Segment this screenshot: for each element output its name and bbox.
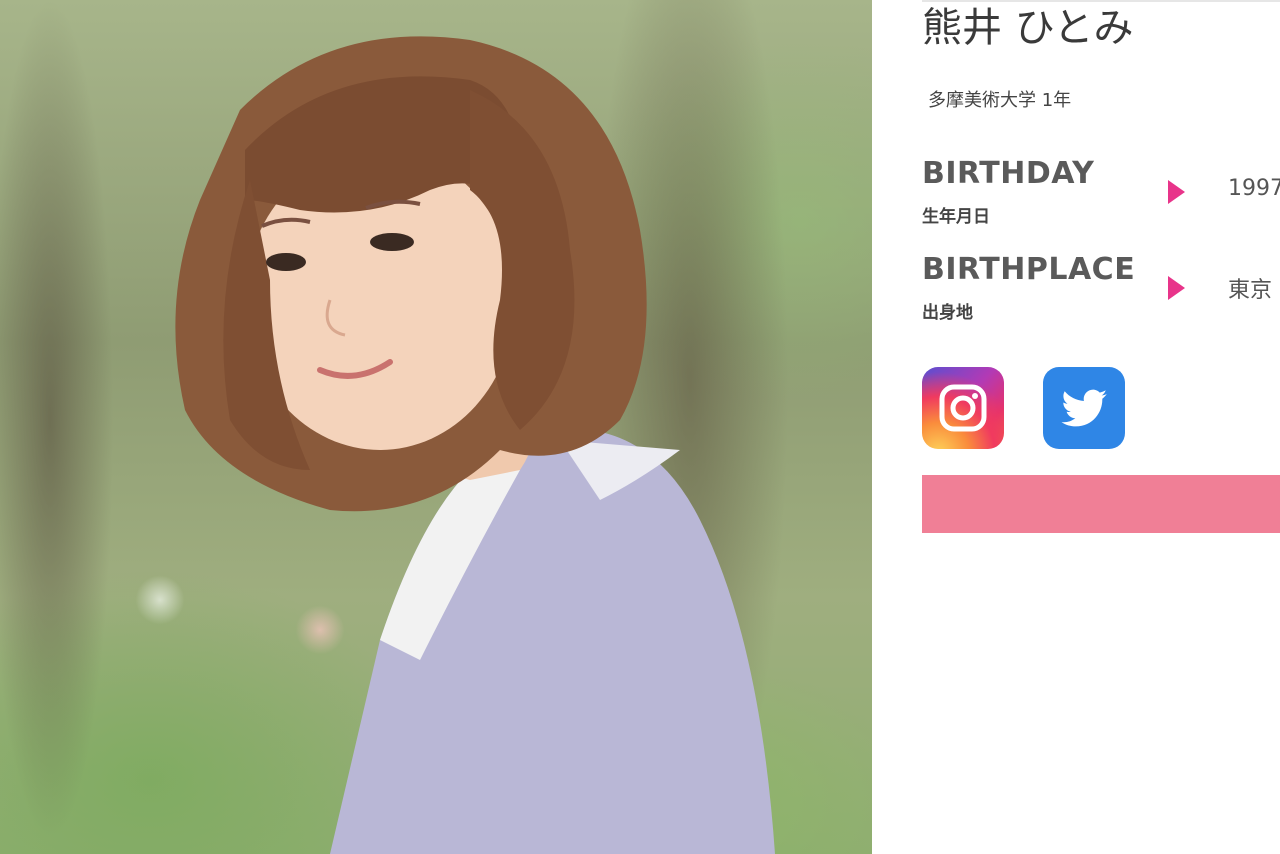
birthplace-value: 東京	[1228, 278, 1273, 303]
birthplace-row: BIRTHPLACE 出身地 東京	[922, 252, 1280, 332]
profile-panel: 熊井 ひとみ 多摩美術大学 1年 BIRTHDAY 生年月日 1997 BIRT…	[872, 0, 1280, 854]
profile-photo	[0, 0, 872, 854]
profile-school: 多摩美術大学 1年	[928, 90, 1072, 111]
profile-name: 熊井 ひとみ	[922, 5, 1134, 51]
divider	[922, 0, 1280, 2]
twitter-link[interactable]	[1043, 367, 1125, 449]
instagram-link[interactable]	[922, 367, 1004, 449]
pink-banner-bar[interactable]	[922, 475, 1280, 533]
instagram-icon	[939, 384, 987, 432]
birthplace-label: BIRTHPLACE	[922, 252, 1136, 287]
twitter-icon	[1061, 389, 1107, 427]
birthday-label: BIRTHDAY	[922, 156, 1095, 191]
triangle-right-icon	[1168, 180, 1185, 204]
birthday-label-ja: 生年月日	[922, 207, 990, 227]
birthday-value: 1997	[1228, 176, 1280, 201]
birthday-row: BIRTHDAY 生年月日 1997	[922, 156, 1280, 236]
birthplace-label-ja: 出身地	[922, 303, 973, 323]
triangle-right-icon	[1168, 276, 1185, 300]
